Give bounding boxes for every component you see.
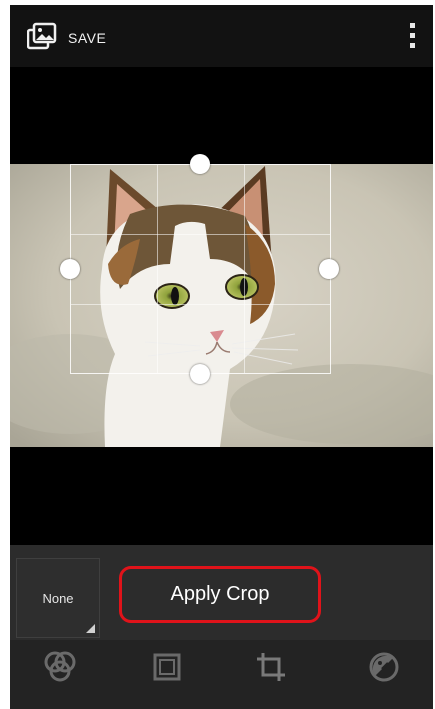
photo-editor-icon[interactable] [26, 22, 57, 50]
crop-handle-right[interactable] [319, 259, 339, 279]
crop-grid-line [71, 303, 330, 305]
aspect-ratio-label: None [42, 591, 74, 606]
crop-options-bar: None Apply Crop [10, 545, 433, 640]
more-vert-icon[interactable] [405, 23, 419, 51]
crop-grid-line [243, 165, 245, 373]
crop-handle-left[interactable] [60, 259, 80, 279]
crop-icon[interactable] [254, 650, 288, 690]
save-button[interactable]: SAVE [68, 27, 106, 49]
top-app-bar: SAVE [10, 5, 433, 67]
crop-grid-line [157, 165, 159, 373]
aspect-ratio-select[interactable]: None [16, 558, 100, 638]
dropdown-corner-icon [86, 624, 95, 633]
image-canvas [10, 67, 433, 545]
crop-handle-top[interactable] [190, 154, 210, 174]
crop-handle-bottom[interactable] [190, 364, 210, 384]
photo-editor-screen: SAVE None Apply Crop [10, 5, 433, 709]
editor-toolbar [10, 640, 433, 709]
crop-grid-line [71, 234, 330, 236]
frame-icon[interactable] [150, 650, 184, 690]
crop-frame[interactable] [70, 164, 331, 374]
apply-crop-button[interactable]: Apply Crop [119, 566, 321, 623]
filters-icon[interactable] [43, 650, 77, 690]
adjust-icon[interactable] [367, 650, 401, 690]
